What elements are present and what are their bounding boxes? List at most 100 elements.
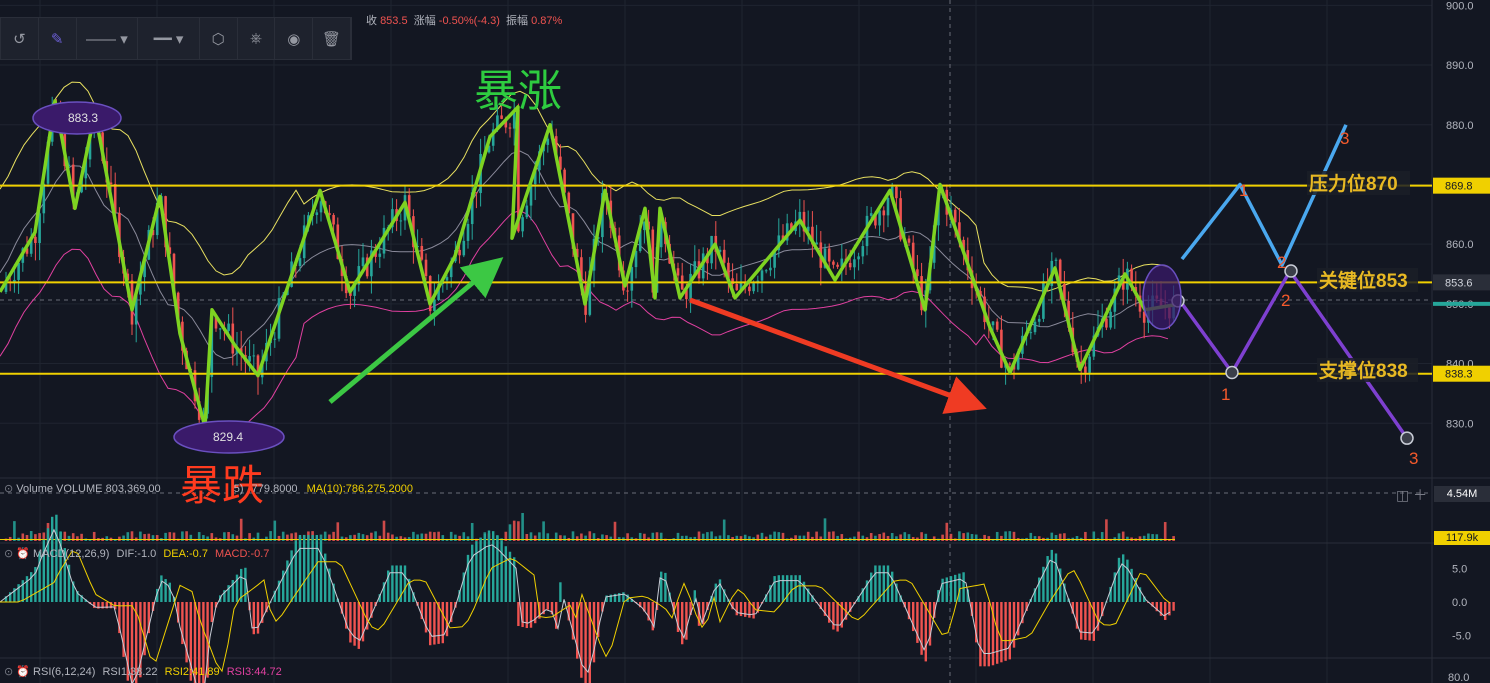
volume-bar xyxy=(605,535,608,541)
rsi1-value: RSI1:38.22 xyxy=(102,666,158,678)
candle-body xyxy=(836,264,839,267)
macd-bar xyxy=(790,575,793,602)
candle-body xyxy=(991,321,995,326)
macd-bar xyxy=(739,602,743,617)
volume-bar xyxy=(1033,536,1037,541)
volume-bar xyxy=(13,521,16,541)
candle-body xyxy=(861,246,865,257)
macd-bar xyxy=(513,557,516,602)
volume-bar xyxy=(151,535,155,541)
volume-bar xyxy=(277,535,281,541)
volume-bar xyxy=(727,535,730,541)
eye-icon[interactable]: ◉ xyxy=(275,18,314,59)
price-badge-text: 869.8 xyxy=(1445,181,1473,193)
macd-bar xyxy=(773,576,776,602)
macd-bar xyxy=(307,535,310,602)
candle-body xyxy=(466,224,470,241)
volume-bar xyxy=(693,536,697,541)
macd-bar xyxy=(1164,602,1167,620)
volume-ma-frag: 5) xyxy=(233,483,244,495)
macd-bar xyxy=(252,602,255,635)
surge-label: 暴涨 xyxy=(474,66,562,117)
candle-body xyxy=(907,238,911,243)
close-label: 收 xyxy=(366,15,377,27)
volume-bar xyxy=(235,535,239,541)
volume-bar xyxy=(365,535,369,541)
macd-bar xyxy=(924,602,927,662)
macd-bar xyxy=(580,602,583,678)
volume-bar xyxy=(974,534,978,541)
pen-icon[interactable]: ✎ xyxy=(39,18,77,59)
macd-bar xyxy=(546,602,549,610)
grid xyxy=(0,0,1490,683)
pane-controls[interactable]: ◫ ＋ xyxy=(1396,485,1427,505)
settings-icon[interactable]: ⬡ xyxy=(200,18,238,59)
macd-bar xyxy=(958,573,961,602)
macd-bar xyxy=(349,602,352,643)
volume-bar xyxy=(353,534,356,541)
macd-dea: DEA:-0.7 xyxy=(163,548,208,560)
volume-bar xyxy=(601,534,604,541)
macd-bar xyxy=(475,541,478,602)
volume-bar xyxy=(584,535,587,541)
macd-bar xyxy=(160,575,163,602)
alarm-icon[interactable]: ⏰ xyxy=(16,548,30,560)
line-style-select[interactable]: —— ▾ xyxy=(77,18,139,59)
candle-body xyxy=(857,256,860,260)
volume-bar xyxy=(265,536,268,541)
bull-wave-3: 3 xyxy=(1340,129,1349,148)
volume-bar xyxy=(378,535,382,541)
candle-body xyxy=(508,127,512,129)
macd-bar xyxy=(886,565,890,602)
candle-body xyxy=(399,220,403,222)
macd-bar xyxy=(718,579,722,602)
volume-bar xyxy=(399,536,403,541)
candle-body xyxy=(445,277,449,281)
projection-node xyxy=(1284,264,1298,278)
macd-bar xyxy=(891,571,894,602)
candle-body xyxy=(848,262,852,268)
collapse-icon[interactable]: ⊙ xyxy=(4,548,13,560)
macd-bar xyxy=(319,538,323,602)
macd-bar xyxy=(1004,602,1007,661)
volume-bar xyxy=(861,535,865,541)
volume-bar xyxy=(8,536,12,541)
volume-bar xyxy=(769,534,772,541)
candle-body xyxy=(252,355,256,357)
macd-bar xyxy=(298,535,302,602)
volume-bar xyxy=(1142,535,1146,541)
volume-value: 803,369,00 xyxy=(105,483,161,495)
undo-icon[interactable]: ↺ xyxy=(1,18,39,59)
macd-bar xyxy=(403,565,407,602)
volume-bar xyxy=(575,536,579,541)
volume-bar xyxy=(802,535,806,541)
volume-bar xyxy=(722,519,726,541)
collapse-icon[interactable]: ⊙ xyxy=(4,483,13,495)
macd-bar xyxy=(798,575,801,602)
volume-bar xyxy=(25,535,29,541)
volume-bar xyxy=(899,534,902,541)
candle-body xyxy=(760,270,764,281)
trash-icon[interactable]: 🗑 xyxy=(313,18,351,59)
candle-body xyxy=(735,283,739,291)
volume-bar xyxy=(764,536,768,541)
volume-bar xyxy=(1138,536,1142,541)
candle-body xyxy=(748,286,751,292)
alarm-icon[interactable]: ⏰ xyxy=(16,666,30,678)
candle-body xyxy=(378,253,382,257)
macd-bar xyxy=(1092,602,1095,641)
drawing-toolbar: ↺ ✎ —— ▾ ━━ ▾ ⬡ ⎈ ◉ 🗑 xyxy=(0,17,352,60)
collapse-icon[interactable]: ⊙ xyxy=(4,666,13,678)
candle-body xyxy=(521,217,524,232)
macd-bar xyxy=(949,576,953,602)
lock-icon[interactable]: ⎈ xyxy=(238,18,276,59)
macd-bar xyxy=(664,572,667,602)
volume-bar xyxy=(886,536,890,541)
macd-bar xyxy=(941,578,944,602)
macd-bar xyxy=(441,602,444,644)
line-width-select[interactable]: ━━ ▾ xyxy=(138,18,200,59)
candle-body xyxy=(315,212,319,215)
macd-bar xyxy=(752,602,755,619)
macd-bar xyxy=(517,602,520,627)
volume-bar xyxy=(454,534,457,541)
